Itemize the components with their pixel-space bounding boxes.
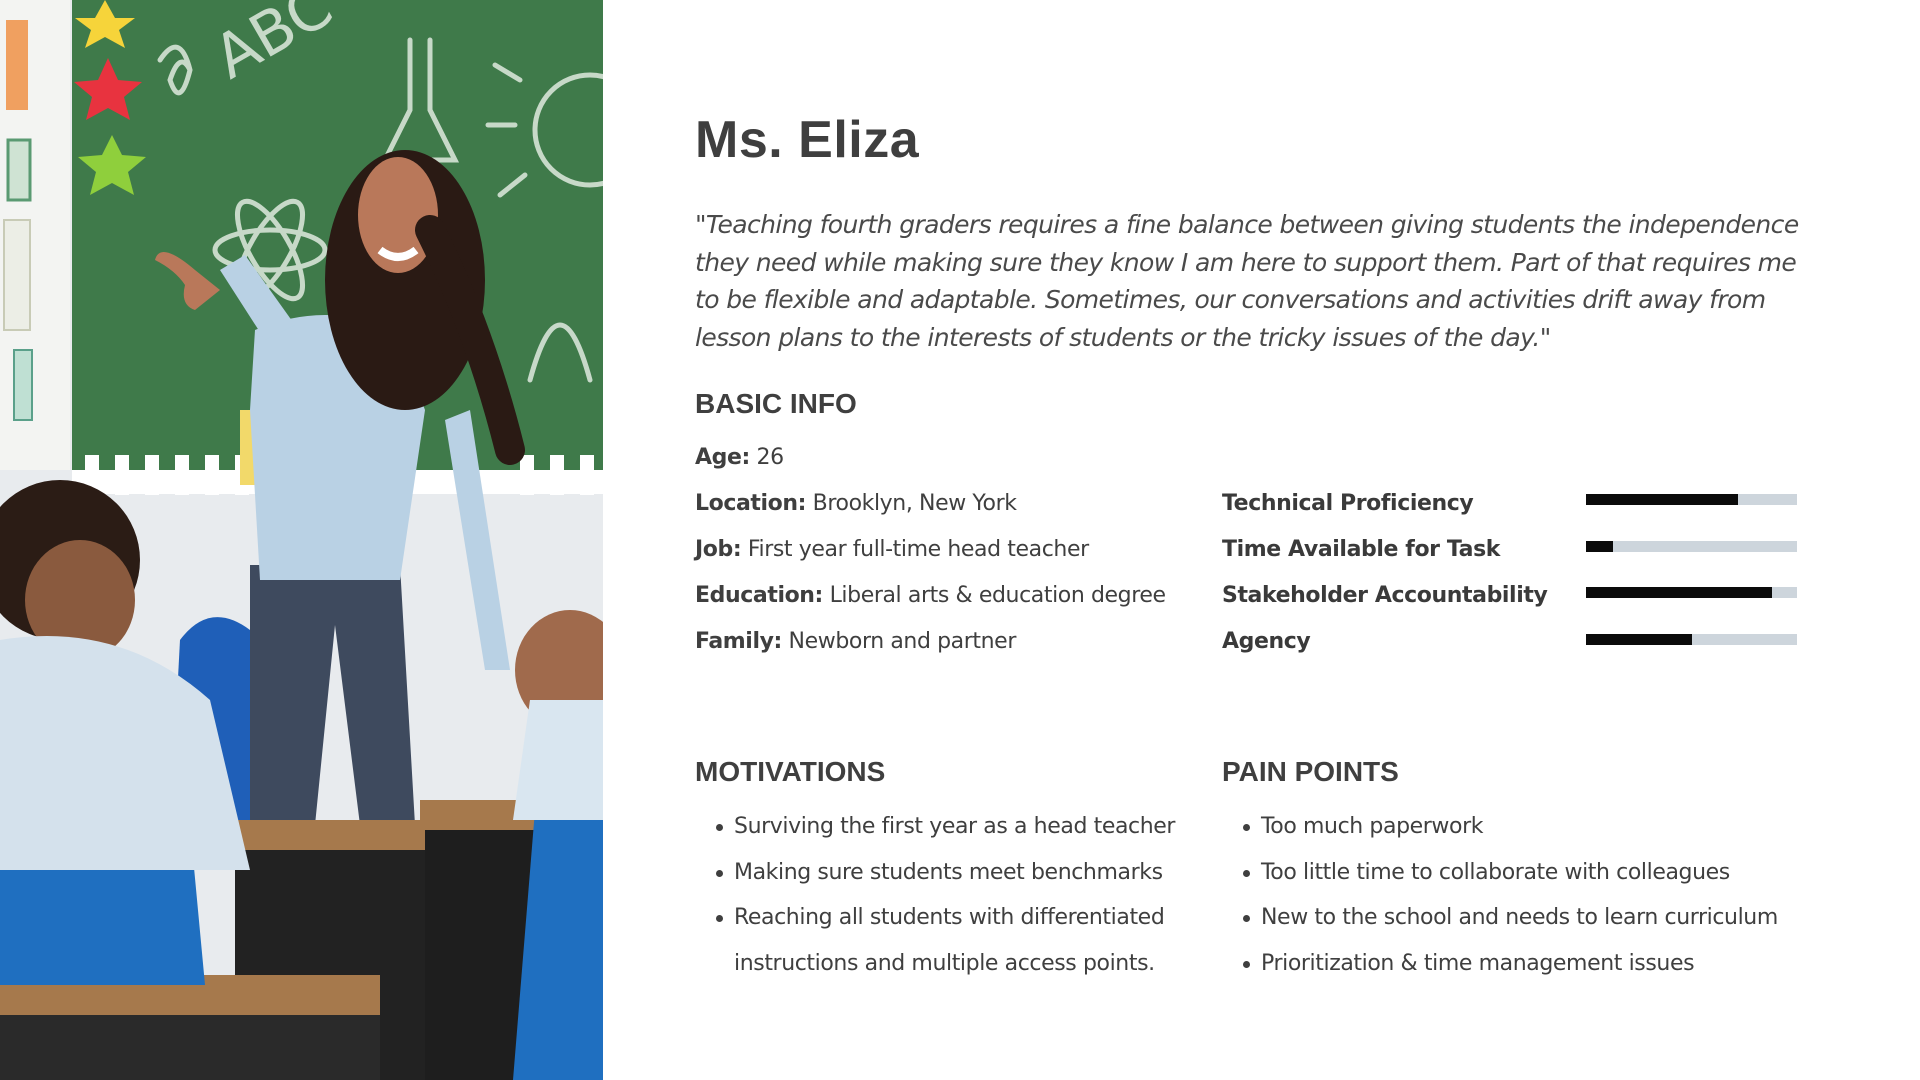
info-age-value: 26 [756,445,785,470]
meter-time-available [1586,541,1797,552]
info-age: Age: 26 [695,445,784,470]
list-item: Reaching all students with differentiate… [695,895,1195,986]
list-item: Too little time to collaborate with coll… [1222,850,1822,896]
info-family-value: Newborn and partner [788,629,1017,654]
list-item: Prioritization & time management issues [1222,941,1822,987]
meter-agency-fill [1586,634,1692,645]
motivations-list: Surviving the first year as a head teach… [695,804,1195,986]
list-item: Making sure students meet benchmarks [695,850,1195,896]
meter-technical-proficiency [1586,494,1797,505]
persona-quote: "Teaching fourth graders requires a fine… [695,210,1799,352]
list-item: Surviving the first year as a head teach… [695,804,1195,850]
meter-time-available-label: Time Available for Task [1222,537,1501,562]
meter-agency-label: Agency [1222,629,1311,654]
pain-points-heading: PAIN POINTS [1222,756,1399,787]
info-location-label: Location: [695,491,807,516]
list-item: New to the school and needs to learn cur… [1222,895,1822,941]
meter-technical-proficiency-label: Technical Proficiency [1222,491,1474,516]
meter-stakeholder-accountability [1586,587,1797,598]
info-education: Education: Liberal arts & education degr… [695,583,1166,608]
info-family-label: Family: [695,629,782,654]
info-job-label: Job: [695,537,742,562]
pain-points-list: Too much paperwork Too little time to co… [1222,804,1822,986]
meter-technical-proficiency-fill [1586,494,1738,505]
info-age-label: Age: [695,445,750,470]
info-location-value: Brooklyn, New York [812,491,1017,516]
motivations-heading: MOTIVATIONS [695,756,886,787]
info-education-value: Liberal arts & education degree [829,583,1167,608]
info-location: Location: Brooklyn, New York [695,491,1017,516]
info-family: Family: Newborn and partner [695,629,1016,654]
list-item: Too much paperwork [1222,804,1822,850]
info-job: Job: First year full-time head teacher [695,537,1089,562]
meter-agency [1586,634,1797,645]
persona-name: Ms. Eliza [695,111,920,169]
info-job-value: First year full-time head teacher [747,537,1089,562]
persona-content: Ms. Eliza "Teaching fourth graders requi… [0,0,1920,1080]
meter-stakeholder-accountability-fill [1586,587,1772,598]
basic-info-heading: BASIC INFO [695,388,857,419]
meter-time-available-fill [1586,541,1614,552]
meter-stakeholder-accountability-label: Stakeholder Accountability [1222,583,1548,608]
info-education-label: Education: [695,583,823,608]
